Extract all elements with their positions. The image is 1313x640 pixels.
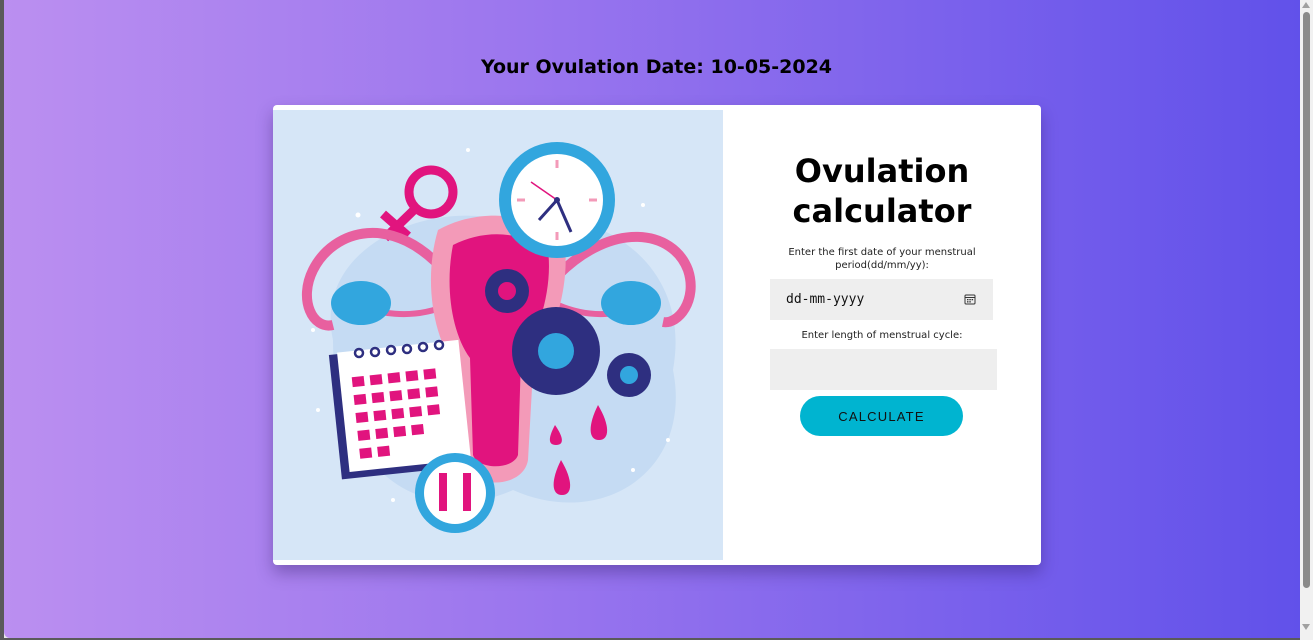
vertical-scrollbar[interactable]	[1300, 0, 1313, 640]
cycle-length-label: Enter length of menstrual cycle:	[801, 330, 963, 341]
period-date-input[interactable]: dd-mm-yyyy	[770, 279, 993, 320]
uterus-clock-calendar-illustration	[273, 110, 723, 560]
cycle-length-input[interactable]	[770, 349, 997, 390]
calculator-form: Ovulation calculator Enter the first dat…	[723, 105, 1041, 565]
calculate-button[interactable]: CALCULATE	[800, 396, 963, 436]
pause-badge	[415, 453, 495, 533]
page-background: Your Ovulation Date: 10-05-2024 Ovulatio…	[4, 0, 1300, 638]
window-frame-left	[0, 0, 4, 640]
scroll-down-arrow-icon[interactable]	[1302, 624, 1310, 630]
illustration-svg	[301, 142, 696, 533]
ovulation-result-heading: Your Ovulation Date: 10-05-2024	[480, 56, 833, 78]
calendar-icon[interactable]	[964, 293, 976, 305]
date-placeholder: dd-mm-yyyy	[786, 292, 865, 307]
right-ovary	[601, 281, 661, 325]
clock	[499, 142, 615, 258]
calculator-card: Ovulation calculator Enter the first dat…	[273, 105, 1041, 565]
date-label: Enter the first date of your menstrual p…	[788, 247, 976, 271]
form-title: Ovulation calculator	[792, 152, 972, 230]
scroll-up-arrow-icon[interactable]	[1302, 2, 1310, 8]
left-ovary	[331, 281, 391, 325]
scrollbar-thumb[interactable]	[1303, 12, 1310, 588]
